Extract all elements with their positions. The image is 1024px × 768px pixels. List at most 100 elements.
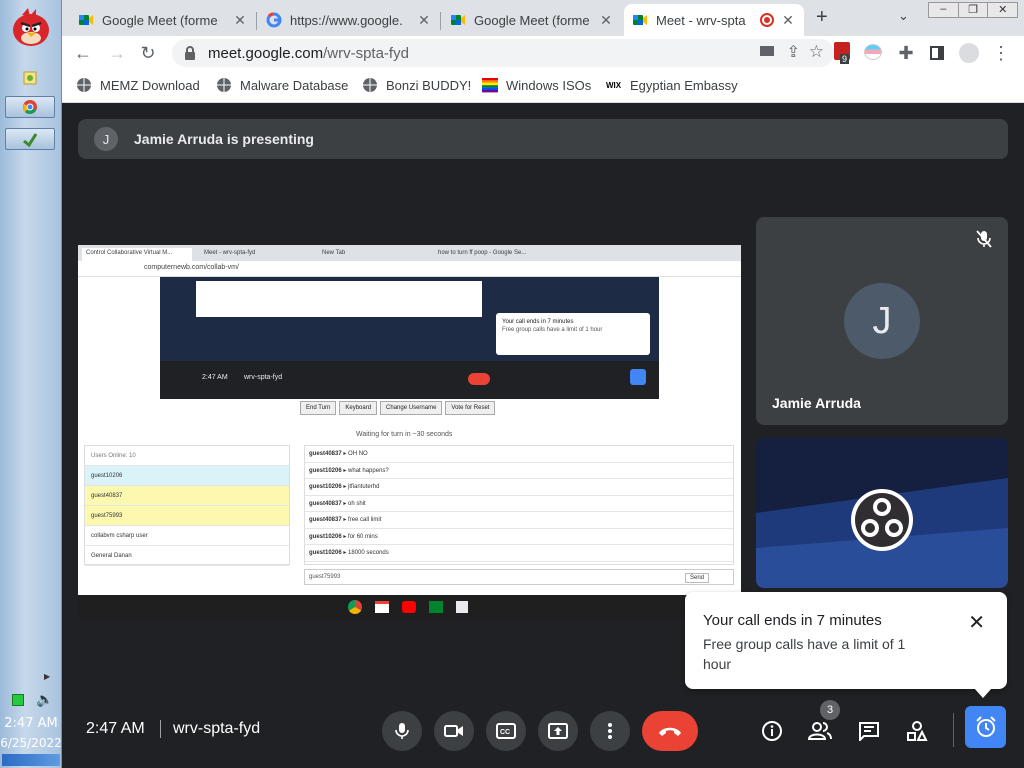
reload-icon[interactable]: ↻ [137,42,159,64]
url-host: meet.google.com [208,44,324,62]
recording-icon [760,13,774,27]
shared-tab: New Tab [322,250,346,256]
camera-in-use-icon[interactable] [760,46,774,56]
file-quicklaunch-icon[interactable] [5,66,55,88]
presenting-text: Jamie Arruda is presenting [134,131,314,147]
taskbar-clock-time[interactable]: 2:47 AM [0,716,62,731]
globe-icon [363,78,377,92]
shared-youtube-icon [402,601,416,613]
profile-avatar[interactable] [958,42,980,64]
camera-button[interactable] [434,711,474,751]
shared-user-item: guest10206 [85,466,289,486]
network-tray-icon[interactable] [12,694,24,706]
minimize-icon[interactable]: – [929,3,958,17]
participant-tile-obs[interactable] [756,438,1008,588]
taskbar-chrome-button[interactable] [5,96,55,118]
call-timer-button[interactable] [965,706,1006,748]
new-tab-icon[interactable]: + [816,6,828,29]
tab-close-icon[interactable]: ✕ [416,12,432,29]
meeting-details-button[interactable] [752,711,792,751]
shared-tab-strip: Control Collaborative Virtual M... Meet … [78,245,741,261]
people-count-badge: 3 [820,700,840,720]
meet-icon [79,15,93,25]
bookmark-windows-isos[interactable]: Windows ISOs [482,77,591,93]
volume-tray-icon[interactable]: 🔈 [36,691,53,708]
shared-end-turn-button: End Turn [300,401,337,415]
tab-google-meet-2[interactable]: Google Meet (forme ✕ [442,4,622,36]
bookmark-memz[interactable]: MEMZ Download [76,77,200,93]
shared-vm-page [196,281,482,317]
share-icon[interactable]: ⇪ [787,42,800,62]
shared-user-item: guest40837 [85,486,289,506]
tab-google-meet-1[interactable]: Google Meet (forme ✕ [70,4,256,36]
presenter-avatar: J [94,127,118,151]
tab-close-icon[interactable]: ✕ [232,12,248,29]
meeting-code[interactable]: wrv-spta-fyd [173,720,260,738]
meet-stage: J Jamie Arruda is presenting Control Col… [62,103,1024,768]
rainbow-flag-icon [482,78,498,93]
tab-title: Google Meet (forme [474,12,590,28]
microphone-button[interactable] [382,711,422,751]
tray-expand-icon[interactable]: ▶ [44,672,50,681]
shared-tab: Control Collaborative Virtual M... [82,248,192,261]
chat-button[interactable] [849,711,889,751]
restore-icon[interactable]: ❐ [957,3,988,17]
side-panel-icon[interactable] [926,42,948,64]
forward-icon[interactable]: → [106,42,128,64]
tab-meet-active[interactable]: Meet - wrv-spta ✕ [624,4,804,36]
windows-taskbar: ▶ 🔈 2:47 AM 6/25/2022 [0,0,62,768]
tab-close-icon[interactable]: ✕ [598,12,614,29]
taskbar-clock-date[interactable]: 6/25/2022 [0,736,62,750]
extensions-puzzle-icon[interactable]: ✚ [895,42,917,64]
shared-url: computernewb.com/collab-vm/ [78,261,741,277]
ublock-extension-icon[interactable]: 9 [834,42,850,64]
more-options-button[interactable] [590,711,630,751]
present-button[interactable] [538,711,578,751]
presenting-banner: J Jamie Arruda is presenting [78,119,1008,159]
lock-icon[interactable] [184,46,196,60]
shared-chat-line: guest40837 ▸ OH NO [305,446,733,463]
shared-vm-toast-body: Free group calls have a limit of 1 hour [502,327,603,333]
bookmark-egyptian-embassy[interactable]: WIX Egyptian Embassy [606,77,738,93]
close-window-icon[interactable]: ✕ [987,3,1017,17]
control-divider [160,720,161,738]
bookmark-bonzi-buddy[interactable]: Bonzi BUDDY! [362,77,471,93]
participant-name: Jamie Arruda [772,395,861,411]
captions-button[interactable]: CC [486,711,526,751]
shared-chat-name: guest75993 [309,574,341,580]
browser-window: Google Meet (forme ✕ https://www.google.… [62,0,1024,103]
bookmark-label: Malware Database [240,77,349,93]
angry-bird-start-icon[interactable] [8,6,54,48]
shared-user-item: guest75993 [85,506,289,526]
bookmark-label: Bonzi BUDDY! [386,77,472,93]
captions-icon: CC [496,723,516,739]
taskbar-app-button[interactable] [5,128,55,150]
tab-search-chevron-icon[interactable]: ⌄ [898,8,909,24]
shared-vm-toast: Your call ends in 7 minutes Free group c… [496,313,650,355]
tab-title: Meet - wrv-spta [656,12,746,28]
bookmark-star-icon[interactable]: ☆ [809,42,824,62]
shared-chat-line: guest10206 ▸ what happens? [305,463,733,479]
activities-shapes-icon [907,721,928,741]
tab-close-icon[interactable]: ✕ [780,12,796,29]
tab-divider [256,12,257,30]
chat-icon [859,722,879,741]
shared-user-item: General Danan [85,546,289,566]
shared-send-button: Send [684,573,709,583]
back-icon[interactable]: ← [72,42,94,64]
flag-extension-icon[interactable] [864,44,882,60]
tab-google-search[interactable]: https://www.google. ✕ [258,4,440,36]
meet-icon [633,15,647,25]
shared-vm-end-call-icon [468,373,490,385]
menu-kebab-icon[interactable]: ⋮ [990,42,1012,64]
toast-close-icon[interactable]: ✕ [968,610,985,635]
address-bar[interactable]: meet.google.com/wrv-spta-fyd ⇪ ☆ [172,39,834,67]
participant-tile-jamie[interactable]: J Jamie Arruda [756,217,1008,425]
obs-logo-icon [851,489,913,551]
microphone-icon [395,723,409,739]
bookmark-malware-database[interactable]: Malware Database [216,77,348,93]
meeting-time: 2:47 AM [86,720,145,737]
leave-call-button[interactable] [642,711,698,751]
activities-button[interactable] [897,711,937,751]
meet-icon [451,15,465,25]
